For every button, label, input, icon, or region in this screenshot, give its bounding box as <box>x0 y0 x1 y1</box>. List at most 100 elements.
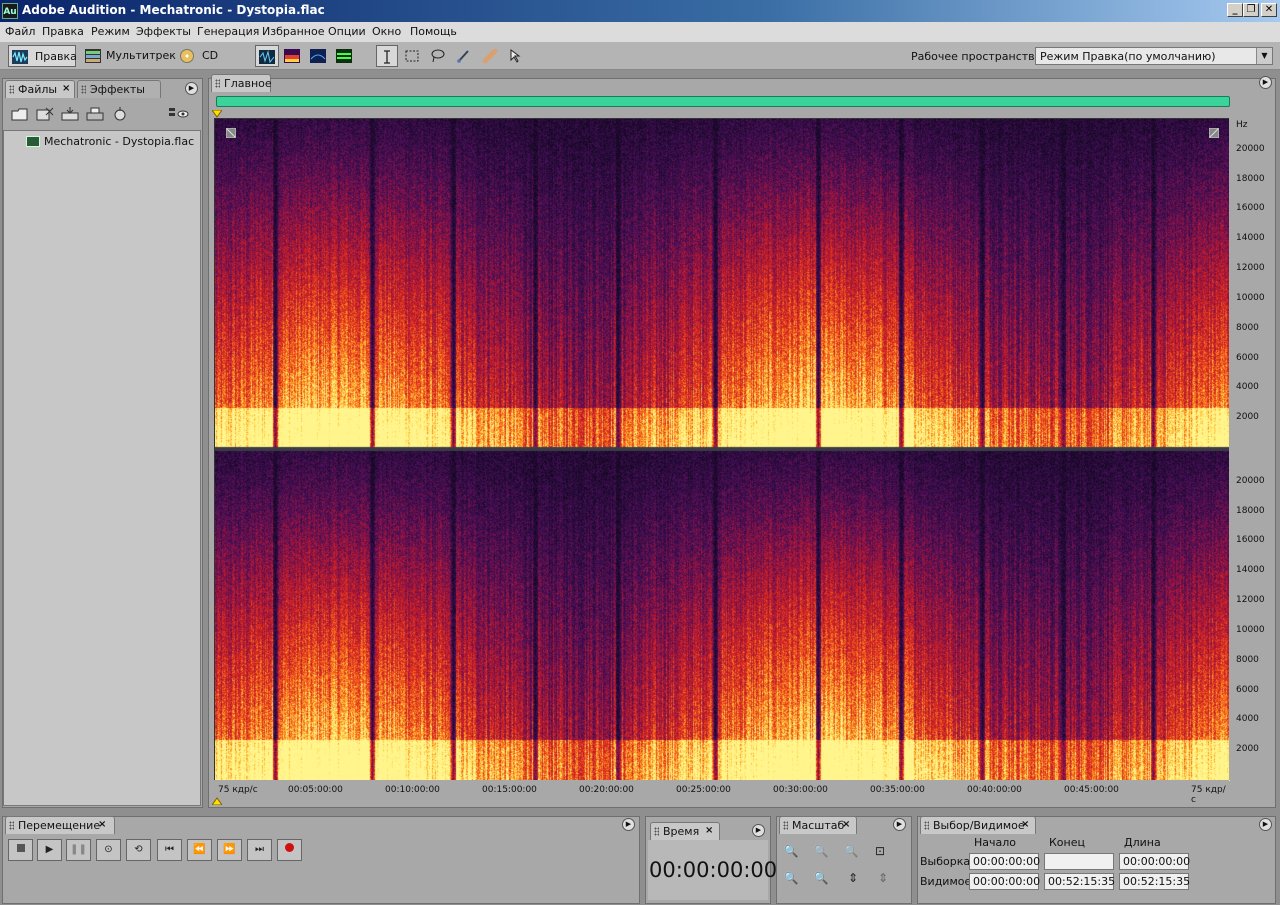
marquee-tool[interactable] <box>402 45 424 67</box>
close-file-icon[interactable] <box>36 106 54 122</box>
lasso-tool[interactable] <box>428 45 450 67</box>
menu-help[interactable]: Помощь <box>410 25 457 38</box>
menu-edit[interactable]: Правка <box>42 25 84 38</box>
playhead-bottom-icon[interactable] <box>212 797 222 805</box>
zoom-out-vertical-button[interactable]: ⇕ <box>873 868 893 888</box>
menu-generate[interactable]: Генерация <box>197 25 259 38</box>
panel-menu-icon[interactable]: ▶ <box>622 818 635 831</box>
zoom-out-horizontal-button[interactable]: 🔍 <box>811 841 831 861</box>
insert-multitrack-icon[interactable] <box>86 106 104 122</box>
cd-mode-button[interactable]: CD <box>176 45 220 67</box>
close-button[interactable]: ✕ <box>1261 3 1277 17</box>
selection-start-field[interactable]: 00:00:00:00 <box>969 853 1040 870</box>
tab-files[interactable]: Файлы × <box>5 80 75 98</box>
grip-icon[interactable] <box>9 85 14 94</box>
tab-time[interactable]: Время × <box>650 822 720 840</box>
lasso-icon <box>431 49 445 63</box>
close-icon[interactable]: × <box>842 819 850 830</box>
menu-options[interactable]: Опции <box>328 25 366 38</box>
corner-handle-icon[interactable] <box>226 128 236 138</box>
close-icon[interactable]: × <box>1021 819 1029 830</box>
pan-view-button[interactable] <box>307 45 331 67</box>
panel-menu-icon[interactable]: ▶ <box>752 824 765 837</box>
selection-end-field[interactable] <box>1044 853 1114 870</box>
hz-tick-label: 4000 <box>1236 382 1259 393</box>
time-selection-tool[interactable] <box>376 45 398 67</box>
selection-length-field[interactable]: 00:00:00:00 <box>1119 853 1190 870</box>
tab-transport[interactable]: Перемещение × <box>5 816 115 834</box>
restore-button[interactable]: ❐ <box>1243 3 1259 17</box>
panel-menu-icon[interactable]: ▶ <box>1259 818 1272 831</box>
playhead-marker-icon[interactable] <box>212 110 222 118</box>
spot-healing-tool[interactable] <box>480 45 502 67</box>
menu-file[interactable]: Файл <box>5 25 35 38</box>
multitrack-mode-label: Мультитрек <box>106 49 176 62</box>
spectral-view-button[interactable] <box>281 45 305 67</box>
tab-selection-view[interactable]: Выбор/Видимое × <box>920 816 1036 834</box>
hz-tick-label: 10000 <box>1236 292 1265 303</box>
zoom-right-edge-button[interactable]: 🔍 <box>811 868 831 888</box>
zoom-left-edge-button[interactable]: 🔍 <box>781 868 801 888</box>
view-options-icon[interactable] <box>168 106 190 122</box>
grip-icon[interactable] <box>783 821 788 830</box>
tab-effects[interactable]: Эффекты <box>77 80 161 98</box>
grip-icon[interactable] <box>9 821 14 830</box>
overview-bar[interactable] <box>216 96 1230 107</box>
go-to-end-button[interactable]: ⏭ <box>247 839 272 861</box>
panel-menu-icon[interactable]: ▶ <box>185 82 198 95</box>
workspace-select[interactable]: Режим Правка(по умолчанию) ▼ <box>1035 47 1273 65</box>
tab-zoom[interactable]: Масштаб × <box>779 816 857 834</box>
zoom-full-button[interactable]: 🔍 <box>841 841 861 861</box>
time-tick-label: 00:25:00:00 <box>676 785 731 795</box>
pause-button[interactable]: ❚❚ <box>66 839 91 861</box>
grip-icon[interactable] <box>924 821 929 830</box>
phase-view-button[interactable] <box>333 45 357 67</box>
edit-mode-button[interactable]: Правка <box>8 45 77 67</box>
title-bar: Au Adobe Audition - Mechatronic - Dystop… <box>0 0 1280 22</box>
menu-mode[interactable]: Режим <box>91 25 130 38</box>
spectrogram-canvas[interactable] <box>215 119 1230 781</box>
grip-icon[interactable] <box>654 827 659 836</box>
multitrack-mode-button[interactable]: Мультитрек <box>82 45 176 67</box>
audio-file-icon <box>26 136 40 147</box>
panel-menu-icon[interactable]: ▶ <box>1259 76 1272 89</box>
open-folder-icon[interactable] <box>11 106 29 122</box>
menu-effects[interactable]: Эффекты <box>136 25 191 38</box>
scrub-tool[interactable] <box>506 45 528 67</box>
corner-handle-icon[interactable] <box>1209 128 1219 138</box>
go-to-start-button[interactable]: ⏮ <box>157 839 182 861</box>
close-icon[interactable]: × <box>62 83 70 94</box>
time-tick-label: 00:45:00:00 <box>1064 785 1119 795</box>
play-to-end-button[interactable]: ⊙ <box>96 839 121 861</box>
insert-file-icon[interactable] <box>61 106 79 122</box>
menu-window[interactable]: Окно <box>372 25 401 38</box>
view-end-field[interactable]: 00:52:15:35 <box>1044 873 1115 890</box>
tab-main[interactable]: Главное <box>211 74 272 92</box>
stop-button[interactable] <box>8 839 33 861</box>
view-length-field[interactable]: 00:52:15:35 <box>1119 873 1190 890</box>
fast-forward-button[interactable]: ⏩ <box>217 839 242 861</box>
list-item[interactable]: Mechatronic - Dystopia.flac <box>44 135 194 148</box>
grip-icon[interactable] <box>81 85 86 94</box>
minimize-button[interactable]: _ <box>1227 3 1243 17</box>
record-button[interactable] <box>277 839 302 861</box>
multitrack-icon <box>85 49 101 63</box>
view-start-field[interactable]: 00:00:00:00 <box>969 873 1040 890</box>
grip-icon[interactable] <box>215 79 220 88</box>
play-button[interactable]: ▶ <box>37 839 62 861</box>
loop-button[interactable]: ⟲ <box>126 839 151 861</box>
brush-tool[interactable] <box>454 45 476 67</box>
rewind-button[interactable]: ⏪ <box>187 839 212 861</box>
zoom-in-vertical-button[interactable]: ⇕ <box>843 868 863 888</box>
waveform-view-button[interactable] <box>255 45 279 67</box>
time-ruler[interactable]: 75 кдр/с 75 кдр/с 00:05:00:00 00:10:00:00… <box>214 780 1229 805</box>
chevron-down-icon[interactable]: ▼ <box>1256 48 1272 64</box>
edit-file-icon[interactable] <box>111 106 129 122</box>
zoom-selection-button[interactable]: ⊡ <box>870 841 890 861</box>
zoom-in-horizontal-button[interactable]: 🔍 <box>781 841 801 861</box>
spectral-display[interactable] <box>214 118 1230 781</box>
close-icon[interactable]: × <box>98 819 106 830</box>
menu-favorites[interactable]: Избранное <box>262 25 324 38</box>
close-icon[interactable]: × <box>705 825 713 836</box>
panel-menu-icon[interactable]: ▶ <box>893 818 906 831</box>
